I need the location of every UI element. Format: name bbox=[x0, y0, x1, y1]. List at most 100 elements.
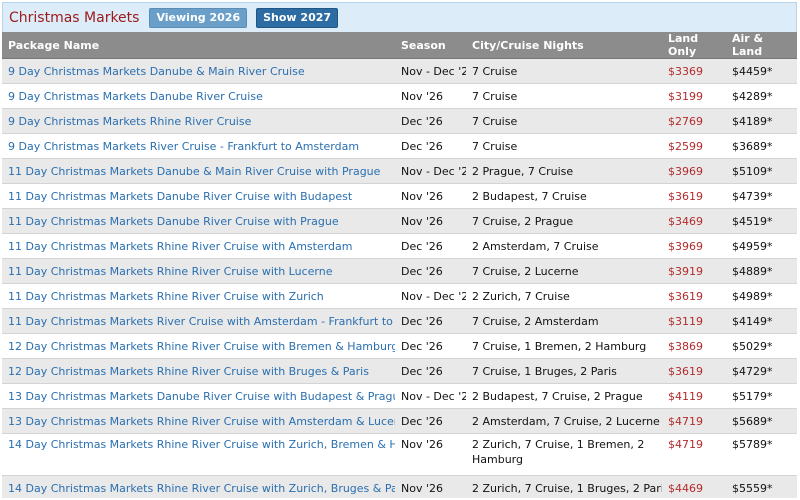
table-row: 11 Day Christmas Markets River Cruise wi… bbox=[2, 308, 797, 334]
land-only-price: $4119 bbox=[662, 383, 726, 409]
land-only-price: $3869 bbox=[662, 333, 726, 359]
package-name-cell: 9 Day Christmas Markets Danube River Cru… bbox=[2, 83, 395, 109]
air-land-price: $4289* bbox=[726, 83, 797, 109]
land-only-price: $2599 bbox=[662, 133, 726, 159]
package-name-link[interactable]: 11 Day Christmas Markets River Cruise wi… bbox=[8, 315, 395, 328]
table-row: 9 Day Christmas Markets Rhine River Crui… bbox=[2, 108, 797, 134]
package-name-cell: 9 Day Christmas Markets River Cruise - F… bbox=[2, 133, 395, 159]
land-only-price: $3469 bbox=[662, 208, 726, 234]
table-row: 12 Day Christmas Markets Rhine River Cru… bbox=[2, 333, 797, 359]
package-name-link[interactable]: 11 Day Christmas Markets Rhine River Cru… bbox=[8, 265, 332, 278]
season-cell: Dec '26 bbox=[395, 233, 466, 259]
table-row: 14 Day Christmas Markets Rhine River Cru… bbox=[2, 475, 797, 498]
table-row: 13 Day Christmas Markets Rhine River Cru… bbox=[2, 408, 797, 434]
city-cruise-nights-cell: 7 Cruise, 1 Bremen, 2 Hamburg bbox=[466, 333, 662, 359]
city-cruise-nights-cell: 2 Zurich, 7 Cruise bbox=[466, 283, 662, 309]
column-header-package-name[interactable]: Package Name bbox=[2, 32, 395, 59]
table-row: 9 Day Christmas Markets Danube & Main Ri… bbox=[2, 58, 797, 84]
package-name-cell: 12 Day Christmas Markets Rhine River Cru… bbox=[2, 333, 395, 359]
column-header-air-land[interactable]: Air & Land bbox=[726, 32, 797, 59]
city-cruise-nights-cell: 2 Budapest, 7 Cruise bbox=[466, 183, 662, 209]
package-name-link[interactable]: 13 Day Christmas Markets Danube River Cr… bbox=[8, 390, 395, 403]
christmas-markets-panel: Christmas Markets Viewing 2026 Show 2027… bbox=[2, 2, 797, 498]
section-header: Christmas Markets Viewing 2026 Show 2027 bbox=[2, 2, 797, 32]
package-name-link[interactable]: 9 Day Christmas Markets River Cruise - F… bbox=[8, 140, 359, 153]
season-cell: Dec '26 bbox=[395, 333, 466, 359]
package-name-link[interactable]: 9 Day Christmas Markets Rhine River Crui… bbox=[8, 115, 251, 128]
city-cruise-nights-cell: 2 Prague, 7 Cruise bbox=[466, 158, 662, 184]
season-cell: Dec '26 bbox=[395, 258, 466, 284]
package-name-link[interactable]: 11 Day Christmas Markets Danube River Cr… bbox=[8, 215, 339, 228]
section-title: Christmas Markets bbox=[9, 9, 140, 26]
package-name-link[interactable]: 11 Day Christmas Markets Rhine River Cru… bbox=[8, 240, 353, 253]
package-name-link[interactable]: 11 Day Christmas Markets Rhine River Cru… bbox=[8, 290, 324, 303]
season-cell: Nov '26 bbox=[395, 208, 466, 234]
air-land-price: $5559* bbox=[726, 475, 797, 498]
air-land-price: $5789* bbox=[726, 433, 797, 476]
air-land-price: $5109* bbox=[726, 158, 797, 184]
season-cell: Nov '26 bbox=[395, 475, 466, 498]
viewing-year-badge: Viewing 2026 bbox=[149, 7, 248, 28]
column-header-land-only[interactable]: Land Only bbox=[662, 32, 726, 59]
table-row: 11 Day Christmas Markets Rhine River Cru… bbox=[2, 283, 797, 309]
season-cell: Dec '26 bbox=[395, 358, 466, 384]
package-name-link[interactable]: 9 Day Christmas Markets Danube & Main Ri… bbox=[8, 65, 305, 78]
season-cell: Dec '26 bbox=[395, 133, 466, 159]
air-land-price: $5689* bbox=[726, 408, 797, 434]
package-name-cell: 11 Day Christmas Markets Rhine River Cru… bbox=[2, 283, 395, 309]
table-row: 9 Day Christmas Markets Danube River Cru… bbox=[2, 83, 797, 109]
package-name-link[interactable]: 13 Day Christmas Markets Rhine River Cru… bbox=[8, 415, 395, 428]
city-cruise-nights-cell: 2 Zurich, 7 Cruise, 1 Bruges, 2 Paris bbox=[466, 475, 662, 498]
city-cruise-nights-cell: 2 Zurich, 7 Cruise, 1 Bremen, 2 Hamburg bbox=[466, 433, 662, 476]
package-name-link[interactable]: 14 Day Christmas Markets Rhine River Cru… bbox=[8, 482, 395, 495]
land-only-price: $3619 bbox=[662, 283, 726, 309]
air-land-price: $4519* bbox=[726, 208, 797, 234]
city-cruise-nights-cell: 7 Cruise, 2 Amsterdam bbox=[466, 308, 662, 334]
air-land-price: $4189* bbox=[726, 108, 797, 134]
air-land-price: $4959* bbox=[726, 233, 797, 259]
package-name-link[interactable]: 9 Day Christmas Markets Danube River Cru… bbox=[8, 90, 263, 103]
table-row: 9 Day Christmas Markets River Cruise - F… bbox=[2, 133, 797, 159]
season-cell: Dec '26 bbox=[395, 108, 466, 134]
land-only-price: $4469 bbox=[662, 475, 726, 498]
season-cell: Dec '26 bbox=[395, 408, 466, 434]
column-header-city-cruise-nights[interactable]: City/Cruise Nights bbox=[466, 32, 662, 59]
season-cell: Nov - Dec '26 bbox=[395, 58, 466, 84]
package-name-link[interactable]: 12 Day Christmas Markets Rhine River Cru… bbox=[8, 365, 369, 378]
package-name-cell: 14 Day Christmas Markets Rhine River Cru… bbox=[2, 475, 395, 498]
package-name-link[interactable]: 11 Day Christmas Markets Danube River Cr… bbox=[8, 190, 352, 203]
package-name-link[interactable]: 14 Day Christmas Markets Rhine River Cru… bbox=[8, 438, 395, 451]
package-name-cell: 9 Day Christmas Markets Danube & Main Ri… bbox=[2, 58, 395, 84]
table-row: 11 Day Christmas Markets Rhine River Cru… bbox=[2, 233, 797, 259]
column-header-season[interactable]: Season bbox=[395, 32, 466, 59]
package-name-cell: 11 Day Christmas Markets Rhine River Cru… bbox=[2, 233, 395, 259]
season-cell: Nov - Dec '26 bbox=[395, 283, 466, 309]
table-body: 9 Day Christmas Markets Danube & Main Ri… bbox=[2, 58, 797, 498]
land-only-price: $3919 bbox=[662, 258, 726, 284]
table-row: 11 Day Christmas Markets Danube River Cr… bbox=[2, 183, 797, 209]
land-only-price: $4719 bbox=[662, 408, 726, 434]
city-cruise-nights-cell: 7 Cruise, 1 Bruges, 2 Paris bbox=[466, 358, 662, 384]
land-only-price: $3119 bbox=[662, 308, 726, 334]
land-only-price: $3369 bbox=[662, 58, 726, 84]
package-name-cell: 11 Day Christmas Markets River Cruise wi… bbox=[2, 308, 395, 334]
land-only-price: $4719 bbox=[662, 433, 726, 476]
land-only-price: $2769 bbox=[662, 108, 726, 134]
land-only-price: $3969 bbox=[662, 233, 726, 259]
air-land-price: $5179* bbox=[726, 383, 797, 409]
air-land-price: $3689* bbox=[726, 133, 797, 159]
air-land-price: $4149* bbox=[726, 308, 797, 334]
land-only-price: $3969 bbox=[662, 158, 726, 184]
city-cruise-nights-cell: 7 Cruise, 2 Lucerne bbox=[466, 258, 662, 284]
city-cruise-nights-cell: 7 Cruise bbox=[466, 108, 662, 134]
air-land-price: $4729* bbox=[726, 358, 797, 384]
season-cell: Nov - Dec '26 bbox=[395, 383, 466, 409]
show-other-year-button[interactable]: Show 2027 bbox=[256, 7, 339, 28]
city-cruise-nights-cell: 2 Budapest, 7 Cruise, 2 Prague bbox=[466, 383, 662, 409]
season-cell: Nov '26 bbox=[395, 83, 466, 109]
package-name-cell: 12 Day Christmas Markets Rhine River Cru… bbox=[2, 358, 395, 384]
package-name-cell: 11 Day Christmas Markets Danube River Cr… bbox=[2, 183, 395, 209]
land-only-price: $3199 bbox=[662, 83, 726, 109]
package-name-link[interactable]: 11 Day Christmas Markets Danube & Main R… bbox=[8, 165, 380, 178]
package-name-link[interactable]: 12 Day Christmas Markets Rhine River Cru… bbox=[8, 340, 395, 353]
